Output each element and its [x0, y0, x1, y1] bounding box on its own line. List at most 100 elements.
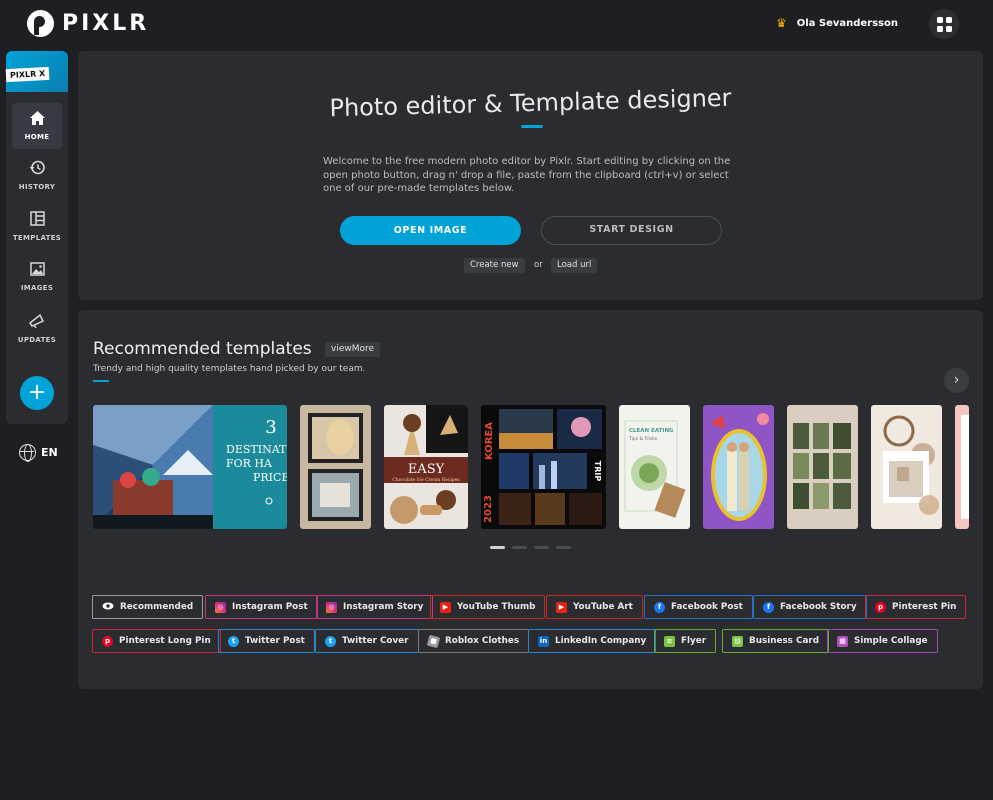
- instagram-icon: ◎: [326, 601, 337, 613]
- thumb-text-clean: CLEAN EATING: [629, 428, 674, 434]
- carousel-dot[interactable]: [534, 546, 549, 549]
- page-title: Photo editor & Template designer: [329, 83, 732, 123]
- template-thumb-friends[interactable]: [703, 405, 774, 529]
- thumb-text-trip: TRIP: [593, 461, 602, 482]
- thumb-text-number: 3: [265, 417, 276, 438]
- brand-name: PIXLR: [62, 11, 150, 36]
- home-icon: [29, 111, 45, 128]
- chip-label: Twitter Cover: [342, 636, 409, 646]
- language-label: EN: [41, 446, 58, 459]
- sidebar-item-label: UPDATES: [17, 335, 57, 344]
- thumb-text-line2: FOR HA: [226, 457, 273, 470]
- hero-card: Photo editor & Template designer Welcome…: [78, 51, 983, 300]
- sidebar: PIXLR X HOME HISTORY TEMPLATES IMAGES UP…: [5, 51, 68, 424]
- business-card-icon: ▤: [732, 635, 743, 647]
- chip-label: Simple Collage: [854, 636, 928, 646]
- thumb-text-tips: Tips & Tricks: [628, 436, 658, 442]
- pinterest-icon: p: [102, 635, 113, 647]
- template-thumb-nature[interactable]: [787, 405, 858, 529]
- chip-label: Roblox Clothes: [445, 636, 520, 646]
- chip-label: Facebook Post: [671, 602, 743, 612]
- sidebar-item-images[interactable]: IMAGES: [12, 254, 62, 300]
- sidebar-item-history[interactable]: HISTORY: [12, 152, 62, 198]
- apps-grid-button[interactable]: [929, 9, 959, 39]
- chip-label: YouTube Thumb: [457, 602, 536, 612]
- chip-flyer[interactable]: ≡ Flyer: [654, 629, 717, 653]
- chip-facebook-story[interactable]: f Facebook Story: [753, 595, 867, 619]
- chip-label: Instagram Post: [232, 602, 308, 612]
- view-more-button[interactable]: viewMore: [325, 342, 381, 357]
- load-url-button[interactable]: Load url: [551, 258, 598, 273]
- template-thumb-clean-eating[interactable]: CLEAN EATING Tips & Tricks: [619, 405, 690, 529]
- language-selector[interactable]: EN: [19, 444, 58, 462]
- chip-label: YouTube Art: [573, 602, 633, 612]
- chip-label: Recommended: [120, 602, 194, 612]
- create-new-button[interactable]: Create new: [464, 258, 525, 273]
- section-title: Recommended templates: [93, 339, 312, 359]
- thumb-text-korea: KOREA: [484, 422, 495, 460]
- next-arrow-button[interactable]: ›: [944, 368, 969, 393]
- chip-roblox-clothes[interactable]: ■ Roblox Clothes: [418, 629, 530, 653]
- chip-facebook-post[interactable]: f Facebook Post: [644, 595, 753, 619]
- pixlr-x-banner[interactable]: PIXLR X: [5, 51, 68, 92]
- thumb-text-line3: PRICE: [253, 471, 287, 484]
- template-thumb-coffee[interactable]: [871, 405, 942, 529]
- pixlr-logo[interactable]: PIXLR: [27, 10, 149, 37]
- pinterest-icon: p: [875, 601, 886, 613]
- chip-label: LinkedIn Company: [555, 636, 647, 646]
- carousel-dot[interactable]: [490, 546, 505, 549]
- youtube-icon: ▶: [440, 601, 451, 613]
- template-thumb-travel[interactable]: 3 DESTINATI FOR HA PRICE: [93, 405, 287, 529]
- chip-label: Pinterest Long Pin: [119, 636, 211, 646]
- add-button[interactable]: +: [20, 376, 54, 410]
- section-underline: [93, 380, 109, 382]
- sidebar-item-label: HOME: [24, 133, 50, 141]
- grid-dot-icon: [936, 16, 943, 23]
- chip-label: Facebook Story: [780, 602, 857, 612]
- chip-business-card[interactable]: ▤ Business Card: [722, 629, 830, 653]
- images-icon: [29, 262, 45, 279]
- sidebar-item-label: IMAGES: [20, 284, 54, 292]
- carousel-dot[interactable]: [512, 546, 527, 549]
- user-menu[interactable]: ♛ Ola Sevandersson: [776, 16, 898, 30]
- chip-pinterest-pin[interactable]: p Pinterest Pin: [865, 595, 967, 619]
- chip-twitter-cover[interactable]: t Twitter Cover: [315, 629, 419, 653]
- chip-youtube-art[interactable]: ▶ YouTube Art: [546, 595, 643, 619]
- chip-twitter-post[interactable]: t Twitter Post: [218, 629, 315, 653]
- linkedin-icon: in: [538, 635, 549, 647]
- chip-instagram-story[interactable]: ◎ Instagram Story: [316, 595, 434, 619]
- templates-icon: [29, 210, 45, 229]
- chip-recommended[interactable]: Recommended: [92, 595, 204, 619]
- section-subtitle: Trendy and high quality templates hand p…: [93, 364, 366, 374]
- thumb-text-recipe: Chocolate Ice Cream Recipes: [392, 477, 460, 483]
- chip-pinterest-long-pin[interactable]: p Pinterest Long Pin: [92, 629, 221, 653]
- chip-simple-collage[interactable]: ▦ Simple Collage: [827, 629, 938, 653]
- chip-label: Twitter Post: [245, 636, 305, 646]
- template-thumb-collage[interactable]: [300, 405, 371, 529]
- thumb-text-line1: DESTINATI: [226, 443, 287, 456]
- sidebar-item-templates[interactable]: TEMPLATES: [12, 203, 62, 249]
- carousel-dot[interactable]: [556, 546, 571, 549]
- open-image-button[interactable]: OPEN IMAGE: [340, 216, 521, 245]
- grid-dot-icon: [936, 25, 943, 32]
- title-underline: [521, 125, 543, 128]
- chip-youtube-thumb[interactable]: ▶ YouTube Thumb: [430, 595, 546, 619]
- updates-icon: [28, 313, 45, 331]
- chip-linkedin-company[interactable]: in LinkedIn Company: [528, 629, 657, 653]
- roblox-icon: ■: [426, 634, 441, 648]
- sidebar-item-updates[interactable]: UPDATES: [12, 305, 62, 351]
- eye-icon: [102, 602, 114, 613]
- globe-icon: [19, 444, 36, 462]
- collage-icon: ▦: [837, 635, 848, 647]
- template-thumb-icecream[interactable]: EASY Chocolate Ice Cream Recipes: [384, 405, 468, 529]
- template-thumb-korea[interactable]: KOREA TRIP 2023: [481, 405, 606, 529]
- sidebar-item-home[interactable]: HOME: [12, 103, 62, 149]
- carousel-dots: [490, 546, 571, 549]
- template-thumb-partial[interactable]: [955, 405, 969, 529]
- chip-label: Instagram Story: [343, 602, 424, 612]
- chip-instagram-post[interactable]: ◎ Instagram Post: [205, 595, 318, 619]
- grid-dot-icon: [945, 25, 952, 32]
- start-design-button[interactable]: START DESIGN: [541, 216, 722, 245]
- youtube-icon: ▶: [556, 601, 567, 613]
- grid-dot-icon: [945, 16, 952, 23]
